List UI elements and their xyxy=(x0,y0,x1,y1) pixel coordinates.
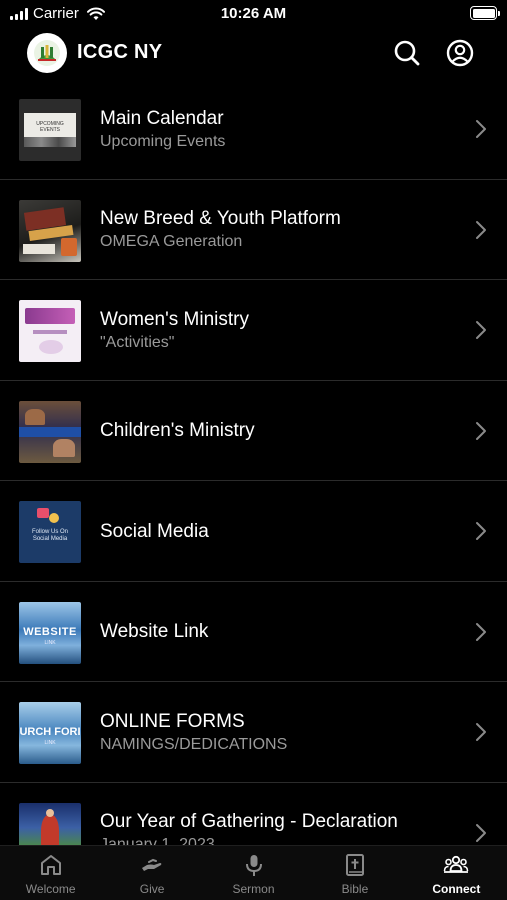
status-time: 10:26 AM xyxy=(220,5,287,22)
list-item-main-calendar[interactable]: UPCOMING EVENTS Main Calendar Upcoming E… xyxy=(0,79,507,180)
tab-label: Bible xyxy=(341,882,369,896)
item-subtitle: Upcoming Events xyxy=(100,132,226,150)
thumbnail xyxy=(19,802,81,845)
chevron-right-icon xyxy=(476,723,486,741)
chevron-right-icon xyxy=(476,321,486,339)
status-bar: Carrier 10:26 AM xyxy=(0,0,507,30)
group-icon xyxy=(444,855,469,873)
list-item-social-media[interactable]: Follow Us On Social Media Social Media xyxy=(0,481,507,582)
give-hand-icon xyxy=(142,858,162,871)
list-item-childrens-ministry[interactable]: Children's Ministry xyxy=(0,381,507,481)
bible-icon xyxy=(345,854,364,876)
thumbnail-text: Follow Us On Social Media xyxy=(31,529,68,542)
item-title: Social Media xyxy=(100,520,209,542)
item-title: Our Year of Gathering - Declaration xyxy=(100,811,398,832)
thumbnail xyxy=(19,199,81,262)
account-button[interactable] xyxy=(445,38,475,68)
connect-list: UPCOMING EVENTS Main Calendar Upcoming E… xyxy=(0,79,507,845)
thumbnail xyxy=(19,400,81,463)
list-item-youth-platform[interactable]: New Breed & Youth Platform OMEGA Generat… xyxy=(0,180,507,280)
chevron-right-icon xyxy=(476,421,486,440)
chevron-right-icon xyxy=(476,622,486,641)
list-item-womens-ministry[interactable]: Women's Ministry "Activities" xyxy=(0,280,507,381)
tab-give[interactable]: Give xyxy=(101,846,202,900)
battery-icon xyxy=(470,6,500,20)
item-title: Website Link xyxy=(100,621,209,642)
thumbnail: WEBSITE LINK xyxy=(19,601,81,664)
thumbnail-subtext: LINK xyxy=(44,740,56,746)
app-title: ICGC NY xyxy=(77,41,163,63)
item-title: Women's Ministry xyxy=(100,308,249,330)
home-icon xyxy=(40,855,61,875)
item-subtitle: NAMINGS/DEDICATIONS xyxy=(100,735,288,753)
tab-label: Welcome xyxy=(25,882,76,896)
tab-connect[interactable]: Connect xyxy=(406,846,507,900)
chevron-right-icon xyxy=(476,120,486,138)
bottom-tab-bar: Welcome Give Sermon Bible Connect xyxy=(0,845,507,900)
tab-welcome[interactable]: Welcome xyxy=(0,846,101,900)
thumbnail: Follow Us On Social Media xyxy=(19,501,81,563)
item-title: ONLINE FORMS xyxy=(100,710,245,732)
tab-label: Connect xyxy=(432,882,481,896)
tab-sermon[interactable]: Sermon xyxy=(203,846,304,900)
list-item-year-of-gathering[interactable]: Our Year of Gathering - Declaration Janu… xyxy=(0,783,507,845)
logo-mark xyxy=(34,40,60,66)
thumbnail: URCH FORI LINK xyxy=(19,702,81,764)
chevron-right-icon xyxy=(476,823,486,842)
thumbnail-text: WEBSITE xyxy=(23,625,77,638)
chevron-right-icon xyxy=(476,220,486,239)
tab-label: Sermon xyxy=(232,882,275,896)
account-circle-icon xyxy=(446,39,474,67)
thumbnail xyxy=(19,300,81,362)
church-logo-icon[interactable] xyxy=(27,33,67,73)
tab-bible[interactable]: Bible xyxy=(304,846,405,900)
item-title: Main Calendar xyxy=(100,107,224,129)
thumbnail-subtext: LINK xyxy=(44,639,56,646)
app-header: ICGC NY xyxy=(0,30,507,78)
thumbnail-text: URCH FORI xyxy=(19,726,81,738)
item-subtitle: "Activities" xyxy=(100,333,175,351)
item-title: Children's Ministry xyxy=(100,420,255,441)
thumbnail-text: UPCOMING EVENTS xyxy=(36,121,64,133)
tab-label: Give xyxy=(139,882,165,896)
battery-fill xyxy=(472,8,495,18)
chevron-right-icon xyxy=(476,522,486,540)
item-subtitle: OMEGA Generation xyxy=(100,233,243,250)
item-title: New Breed & Youth Platform xyxy=(100,208,341,229)
list-item-website-link[interactable]: WEBSITE LINK Website Link xyxy=(0,582,507,682)
item-subtitle: January 1, 2023 xyxy=(100,836,215,845)
thumbnail: UPCOMING EVENTS xyxy=(19,99,81,161)
search-icon xyxy=(394,40,420,66)
search-button[interactable] xyxy=(392,38,422,68)
microphone-icon xyxy=(245,855,262,876)
list-item-online-forms[interactable]: URCH FORI LINK ONLINE FORMS NAMINGS/DEDI… xyxy=(0,682,507,783)
